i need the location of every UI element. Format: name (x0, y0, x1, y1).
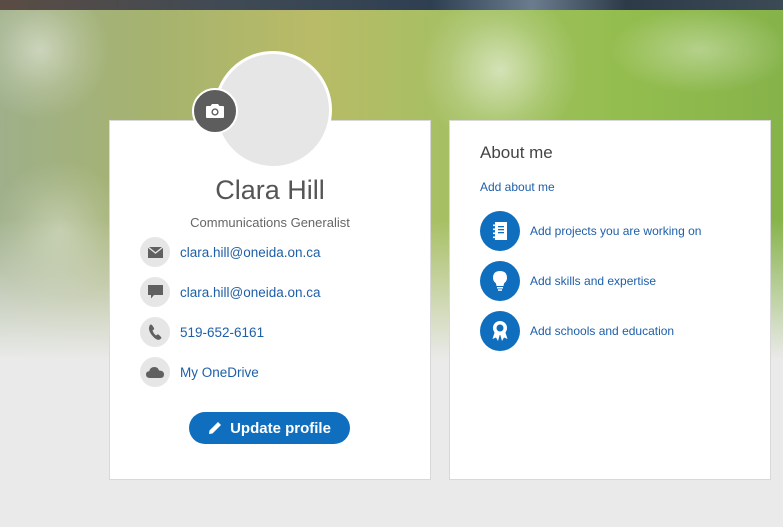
contact-chat[interactable]: clara.hill@oneida.on.ca (140, 277, 321, 307)
header-image-strip (0, 0, 783, 10)
add-education-label: Add schools and education (530, 324, 675, 338)
add-about-me-link[interactable]: Add about me (480, 180, 555, 194)
add-projects-label: Add projects you are working on (530, 224, 702, 238)
add-projects-item[interactable]: Add projects you are working on (480, 211, 701, 251)
update-profile-label: Update profile (230, 419, 331, 437)
mail-icon (140, 237, 170, 267)
change-photo-button[interactable] (192, 88, 238, 134)
profile-job-title: Communications Generalist (190, 215, 350, 230)
add-skills-label: Add skills and expertise (530, 274, 657, 288)
contact-email[interactable]: clara.hill@oneida.on.ca (140, 237, 321, 267)
profile-name: Clara Hill (215, 175, 325, 205)
update-profile-button[interactable]: Update profile (189, 412, 350, 444)
contact-chat-text[interactable]: clara.hill@oneida.on.ca (180, 285, 321, 300)
cloud-icon (140, 357, 170, 387)
lightbulb-icon (480, 261, 520, 301)
chat-icon (140, 277, 170, 307)
about-me-heading: About me (480, 143, 553, 162)
add-skills-item[interactable]: Add skills and expertise (480, 261, 656, 301)
contact-phone[interactable]: 519-652-6161 (140, 317, 264, 347)
contact-email-text[interactable]: clara.hill@oneida.on.ca (180, 245, 321, 260)
phone-icon (140, 317, 170, 347)
add-education-item[interactable]: Add schools and education (480, 311, 674, 351)
pencil-icon (209, 422, 222, 434)
contact-onedrive[interactable]: My OneDrive (140, 357, 259, 387)
notebook-icon (480, 211, 520, 251)
camera-icon (206, 104, 224, 118)
onedrive-link[interactable]: My OneDrive (180, 365, 259, 380)
award-ribbon-icon (480, 311, 520, 351)
contact-phone-text[interactable]: 519-652-6161 (180, 325, 264, 340)
